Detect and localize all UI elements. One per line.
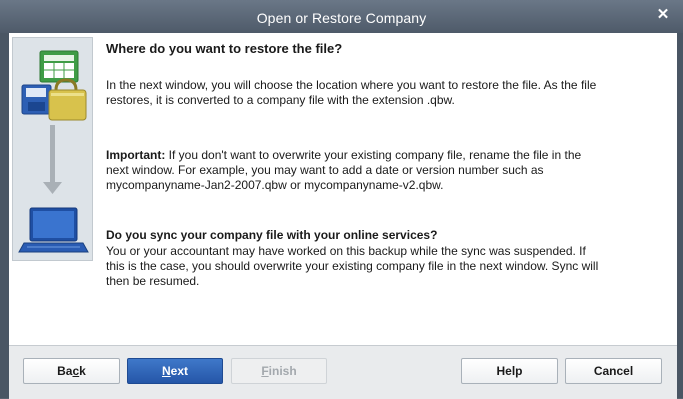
finish-button[interactable]: Finish (231, 358, 327, 384)
main-heading: Where do you want to restore the file? (106, 41, 343, 56)
cancel-button[interactable]: Cancel (565, 358, 662, 384)
finish-label-post: inish (268, 364, 297, 378)
paragraph-important: Important: If you don't want to overwrit… (106, 148, 606, 193)
content-panel: Where do you want to restore the file? I… (9, 33, 677, 345)
window-title: Open or Restore Company (256, 10, 427, 26)
restore-illustration (12, 37, 93, 261)
back-label-accel: c (72, 364, 80, 378)
back-label-pre: Ba (57, 364, 73, 378)
help-button[interactable]: Help (461, 358, 558, 384)
next-button[interactable]: Next (127, 358, 223, 384)
important-label: Important: (106, 148, 166, 162)
finish-label-accel: F (261, 364, 269, 378)
sync-text: You or your accountant may have worked o… (106, 244, 599, 288)
paragraph-restore-location: In the next window, you will choose the … (106, 78, 597, 107)
close-icon[interactable]: ✕ (655, 7, 671, 23)
back-label-post: k (79, 364, 86, 378)
sync-question: Do you sync your company file with your … (106, 228, 438, 242)
title-bar[interactable]: Open or Restore Company ✕ (0, 0, 683, 33)
dialog-window: Open or Restore Company ✕ Where do you w… (0, 0, 683, 399)
button-bar: Ba c k Next Finish Help Cancel (9, 345, 677, 399)
content-text: Where do you want to restore the file? I… (106, 41, 606, 289)
important-text: If you don't want to overwrite your exis… (106, 148, 582, 192)
restore-illustration-svg (18, 50, 89, 253)
next-label-post: ext (170, 364, 188, 378)
next-label-accel: N (161, 364, 171, 378)
back-button[interactable]: Ba c k (23, 358, 120, 384)
